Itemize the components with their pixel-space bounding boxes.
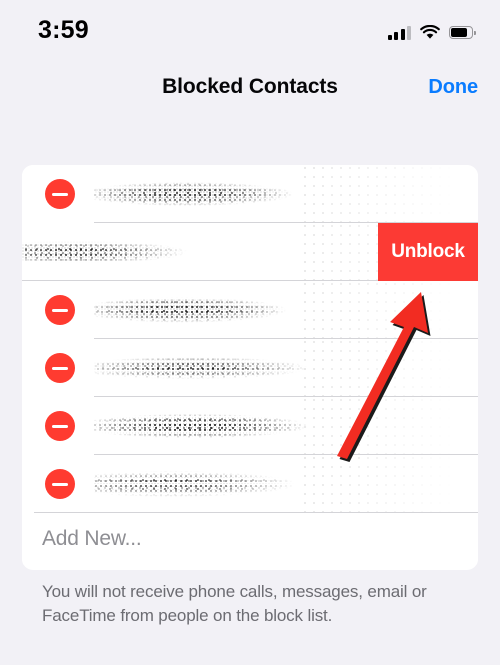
battery-icon: [449, 26, 476, 40]
add-new-row[interactable]: Add New...: [22, 513, 478, 565]
contact-name-redacted: [94, 295, 314, 325]
status-icons: [387, 21, 476, 40]
contact-name-redacted: [94, 353, 314, 383]
wifi-icon: [420, 25, 440, 40]
add-new-label: Add New...: [42, 527, 142, 550]
minus-circle-icon[interactable]: [45, 469, 75, 499]
footer-note: You will not receive phone calls, messag…: [42, 582, 427, 625]
redaction-speckle: [302, 339, 478, 397]
page-title: Blocked Contacts: [162, 75, 338, 98]
minus-circle-icon[interactable]: [45, 411, 75, 441]
redaction-speckle: [302, 281, 478, 339]
phone-screen: 3:59 Blocked Contacts Done Unblock Add N…: [0, 0, 500, 660]
minus-circle-icon[interactable]: [45, 179, 75, 209]
contact-name-redacted: [22, 237, 194, 267]
contact-name-redacted: [94, 179, 314, 209]
redaction-speckle: [302, 455, 478, 513]
contact-name-redacted: [94, 411, 314, 441]
blocked-contacts-list: Unblock Add New...: [22, 165, 478, 570]
cellular-bars-icon: [387, 25, 411, 40]
redaction-speckle: [302, 165, 478, 223]
status-time: 3:59: [38, 16, 89, 44]
minus-circle-icon[interactable]: [45, 295, 75, 325]
table-row-swiped[interactable]: Unblock: [22, 223, 478, 281]
table-row[interactable]: [22, 339, 478, 397]
contact-name-redacted: [94, 469, 314, 499]
unblock-button[interactable]: Unblock: [378, 223, 478, 281]
done-button[interactable]: Done: [428, 76, 478, 99]
table-row[interactable]: [22, 455, 478, 513]
navigation-bar: Blocked Contacts Done: [0, 62, 500, 120]
minus-circle-icon[interactable]: [45, 353, 75, 383]
redaction-speckle: [302, 397, 478, 455]
table-row[interactable]: [22, 165, 478, 223]
table-row[interactable]: [22, 397, 478, 455]
table-row[interactable]: [22, 281, 478, 339]
status-bar: 3:59: [0, 0, 500, 60]
